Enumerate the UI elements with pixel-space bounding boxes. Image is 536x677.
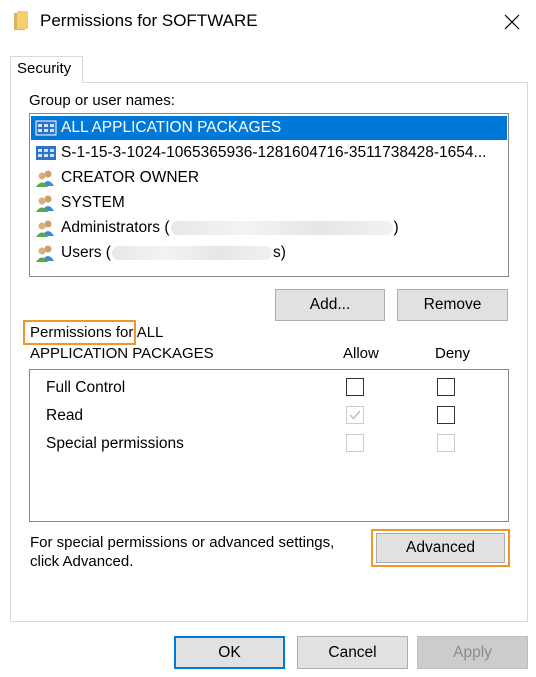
list-item-sid[interactable]: S-1-15-3-1024-1065365936-1281604716-3511… [31,141,507,165]
cancel-button[interactable]: Cancel [297,636,408,669]
user-group-icon [36,245,54,262]
user-name-prefix: Users ( [61,244,111,261]
full-control-allow-checkbox[interactable] [346,378,364,396]
remove-button[interactable]: Remove [397,289,508,321]
folder-icon [14,11,28,30]
redacted-text [170,221,393,235]
user-name: S-1-15-3-1024-1065365936-1281604716-3511… [61,144,487,161]
group-users-label: Group or user names: [29,92,175,109]
advanced-button[interactable]: Advanced [376,533,505,563]
read-deny-checkbox[interactable] [437,406,455,424]
user-group-icon [36,195,54,212]
title-bar: Permissions for SOFTWARE [0,0,536,44]
close-icon [504,14,520,30]
user-list[interactable]: ALL APPLICATION PACKAGES S-1-15-3-1024-1… [29,113,509,277]
user-group-icon [36,220,54,237]
advanced-hint-line1: For special permissions or advanced sett… [30,534,335,551]
list-item-system[interactable]: SYSTEM [31,191,507,215]
apply-button: Apply [417,636,528,669]
user-name-prefix: Administrators ( [61,219,170,236]
add-button[interactable]: Add... [275,289,385,321]
permissions-header-line2: APPLICATION PACKAGES [30,345,214,362]
user-group-icon [36,170,54,187]
permission-label: Read [46,407,84,424]
redacted-text [111,246,272,260]
ok-button[interactable]: OK [174,636,285,669]
column-allow: Allow [343,345,379,362]
check-icon [349,410,361,420]
app-packages-icon [35,120,57,136]
advanced-hint-line2: click Advanced. [30,553,134,570]
read-allow-checkbox [346,406,364,424]
list-item-all-application-packages[interactable]: ALL APPLICATION PACKAGES [31,116,507,140]
user-name: SYSTEM [61,194,125,211]
highlight-box [23,320,136,345]
user-name: ALL APPLICATION PACKAGES [61,119,282,136]
user-name-suffix: ) [393,219,399,236]
window-title: Permissions for SOFTWARE [40,11,258,30]
full-control-deny-checkbox[interactable] [437,378,455,396]
user-name-suffix: s) [272,244,286,261]
app-packages-icon [36,146,56,160]
user-name: CREATOR OWNER [61,169,200,186]
permission-label: Special permissions [46,435,184,452]
list-item-users[interactable]: Users ( s) [31,241,507,265]
list-item-administrators[interactable]: Administrators ( ) [31,216,507,240]
close-button[interactable] [490,4,534,40]
permission-label: Full Control [46,379,126,396]
list-item-creator-owner[interactable]: CREATOR OWNER [31,166,507,190]
special-allow-checkbox [346,434,364,452]
tab-security[interactable]: Security [10,56,83,83]
permissions-list: Full Control Read Special permissions [29,369,509,522]
special-deny-checkbox [437,434,455,452]
column-deny: Deny [435,345,471,362]
